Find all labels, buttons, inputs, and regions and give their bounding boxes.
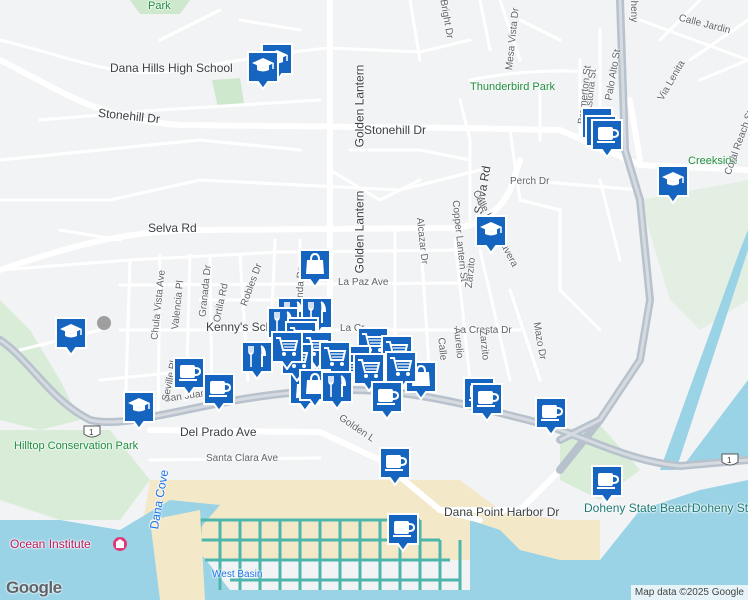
school-marker[interactable] [122,390,156,430]
restaurant-marker[interactable] [320,370,354,410]
street-label: Aurelio [450,326,466,360]
map-attribution[interactable]: Map data ©2025 Google [630,585,748,600]
coffee-icon [591,119,623,158]
shopping-bag-marker[interactable] [298,248,332,288]
place-label-school: Dana Hills High School [110,61,233,75]
street-label: Calle [435,337,449,361]
coffee-icon [371,381,403,420]
coffee-marker[interactable] [172,356,206,396]
shopping-bag-icon [299,249,331,288]
street-label: Dana Point Harbor Dr [444,505,560,519]
place-label-hilltop: Hilltop Conservation Park [14,440,139,452]
google-logo: Google [6,578,62,597]
street-label: Stonehill Dr [364,123,427,137]
place-label-thunderbird: Thunderbird Park [470,81,555,93]
street-label: Zarzito [476,329,491,361]
school-icon [247,51,279,90]
coffee-marker[interactable] [590,464,624,504]
coffee-marker[interactable] [470,382,504,422]
coffee-icon [203,373,235,412]
coffee-icon [387,513,419,552]
coffee-icon [591,465,623,504]
svg-text:1: 1 [89,428,94,437]
coffee-marker[interactable] [386,512,420,552]
restaurant-icon [321,371,353,410]
street-label: Perch Dr [510,176,550,187]
street-label: Del Prado Ave [180,425,257,439]
coffee-marker[interactable] [202,372,236,412]
map-canvas[interactable]: 1 1 Dana Hills High School Kenny's Schoo… [0,0,748,600]
coffee-marker[interactable] [534,396,568,436]
street-label: Santa Clara Ave [206,453,279,464]
place-label-ocean-institute: Ocean Institute [10,537,91,551]
place-label-doheny-camp: Doheny State Beach Campground [692,501,748,515]
school-marker[interactable] [54,316,88,356]
coffee-icon [471,383,503,422]
shopping-cart-marker[interactable] [270,330,304,370]
street-label: Golden Lantern [352,190,367,274]
street-label: Doheny [628,0,640,23]
coffee-marker[interactable] [370,380,404,420]
street-label: Golden Lantern [352,64,367,148]
place-label-park-top: Park [148,0,171,12]
street-label: La Paz Ave [338,277,389,288]
coffee-icon [379,447,411,486]
school-icon [475,215,507,254]
school-icon [55,317,87,356]
restaurant-icon [241,341,273,380]
place-label-west-basin: West Basin [212,569,263,580]
school-icon [123,391,155,430]
shopping-cart-icon [271,331,303,370]
coffee-marker[interactable] [590,118,624,158]
coffee-marker[interactable] [378,446,412,486]
school-marker[interactable] [474,214,508,254]
street-label: Selva Rd [148,221,197,235]
school-marker[interactable] [656,164,690,204]
coffee-icon [535,397,567,436]
school-marker[interactable] [246,50,280,90]
restaurant-marker[interactable] [240,340,274,380]
svg-text:1: 1 [727,456,732,465]
school-icon [657,165,689,204]
place-label-doheny-beach: Doheny State Beach [584,501,695,515]
coffee-icon [173,357,205,396]
